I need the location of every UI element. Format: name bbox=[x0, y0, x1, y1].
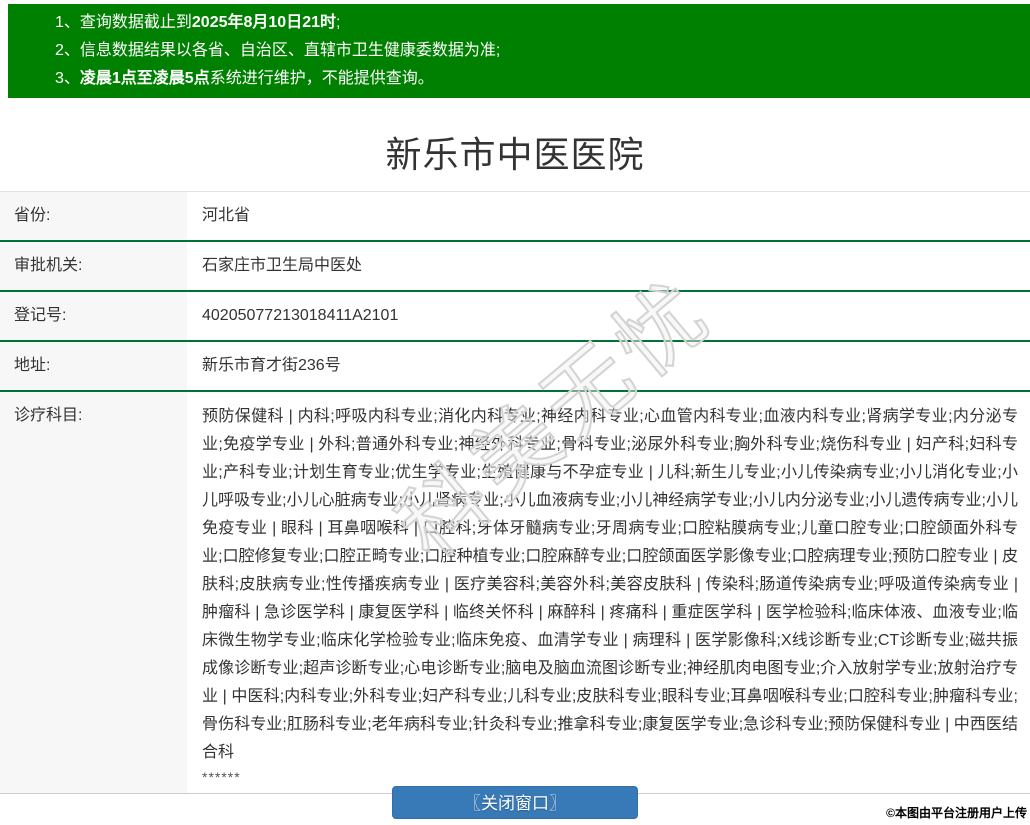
table-row-address: 地址: 新乐市育才街236号 bbox=[0, 341, 1030, 391]
notice-text: 1、查询数据截止到 bbox=[55, 14, 192, 31]
notice-text: 系统进行维护，不能提供查询。 bbox=[209, 70, 434, 87]
row-label: 审批机关: bbox=[0, 241, 187, 291]
notice-bold-text: 2025年8月10日21时 bbox=[191, 14, 336, 31]
table-row-medical-subjects: 诊疗科目: 预防保健科 | 内科;呼吸内科专业;消化内科专业;神经内科专业;心血… bbox=[0, 391, 1030, 794]
notice-line-3: 3、凌晨1点至凌晨5点系统进行维护，不能提供查询。 bbox=[55, 65, 1020, 93]
notice-line-2: 2、信息数据结果以各省、自治区、直辖市卫生健康委数据为准; bbox=[55, 37, 1020, 65]
close-window-button[interactable]: 〖关闭窗口〗 bbox=[392, 786, 638, 819]
button-row: 〖关闭窗口〗 bbox=[0, 786, 1030, 819]
table-row-province: 省份: 河北省 bbox=[0, 191, 1030, 241]
image-credit: ©本图由平台注册用户上传 bbox=[886, 806, 1027, 820]
notice-text: 3、 bbox=[55, 70, 80, 87]
row-value: 40205077213018411A2101 bbox=[187, 291, 1030, 341]
row-value: 预防保健科 | 内科;呼吸内科专业;消化内科专业;神经内科专业;心血管内科专业;… bbox=[187, 391, 1030, 794]
row-label: 地址: bbox=[0, 341, 187, 391]
notice-text: ; bbox=[336, 14, 341, 31]
row-label: 登记号: bbox=[0, 291, 187, 341]
medical-subjects-text: 预防保健科 | 内科;呼吸内科专业;消化内科专业;神经内科专业;心血管内科专业;… bbox=[202, 408, 1018, 761]
notice-bold-text: 凌晨1点至凌晨5点 bbox=[79, 70, 210, 87]
notice-banner: 1、查询数据截止到2025年8月10日21时; 2、信息数据结果以各省、自治区、… bbox=[8, 4, 1030, 98]
row-label: 省份: bbox=[0, 191, 187, 241]
row-label: 诊疗科目: bbox=[0, 391, 187, 794]
hospital-info-table: 省份: 河北省 审批机关: 石家庄市卫生局中医处 登记号: 4020507721… bbox=[0, 191, 1030, 794]
row-value: 新乐市育才街236号 bbox=[187, 341, 1030, 391]
notice-line-1: 1、查询数据截止到2025年8月10日21时; bbox=[55, 9, 1020, 37]
row-value: 河北省 bbox=[187, 191, 1030, 241]
notice-text: 2、信息数据结果以各省、自治区、直辖市卫生健康委数据为准; bbox=[55, 42, 501, 59]
table-row-registration-number: 登记号: 40205077213018411A2101 bbox=[0, 291, 1030, 341]
hospital-name-title: 新乐市中医医院 bbox=[385, 134, 645, 175]
row-value: 石家庄市卫生局中医处 bbox=[187, 241, 1030, 291]
stars-line: ****** bbox=[202, 769, 241, 785]
table-row-approval-authority: 审批机关: 石家庄市卫生局中医处 bbox=[0, 241, 1030, 291]
